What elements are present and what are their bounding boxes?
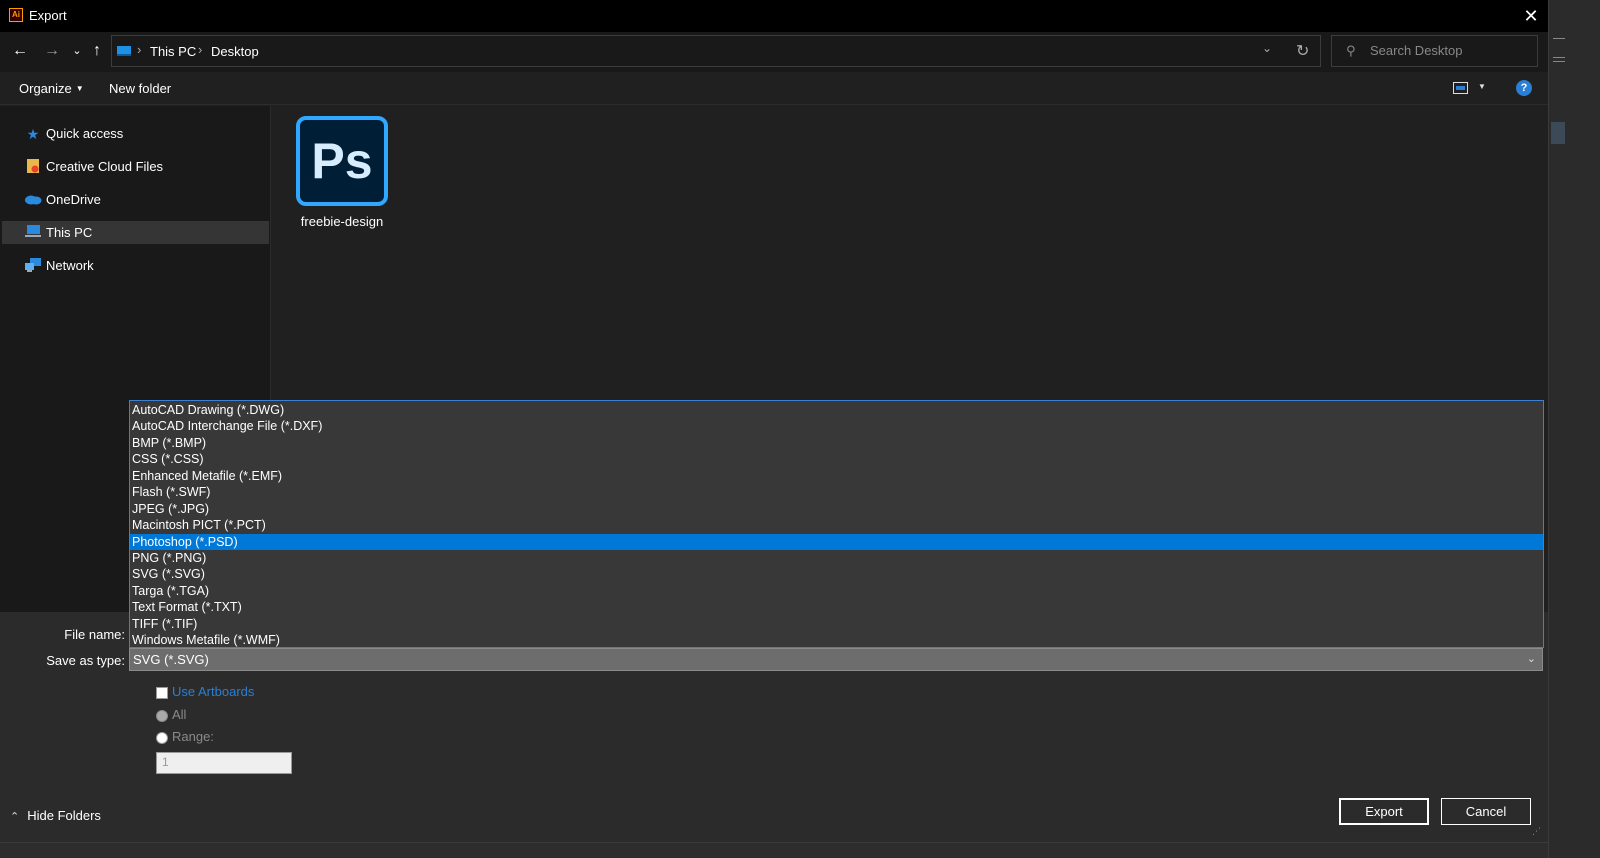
chevron-up-icon: ⌃ [10, 811, 20, 823]
address-dropdown-chevron-icon[interactable]: ⌄ [1262, 41, 1272, 55]
cc-folder-icon [24, 158, 42, 176]
breadcrumb-desktop[interactable]: Desktop [211, 44, 259, 59]
close-icon[interactable]: ✕ [1518, 4, 1544, 28]
command-toolbar: Organize ▼ New folder ▼ ? [0, 72, 1548, 105]
dropdown-option[interactable]: Windows Metafile (*.WMF) [130, 632, 1543, 648]
file-name-label: freebie-design [300, 214, 384, 229]
recent-locations-chevron-icon[interactable]: ⌄ [66, 40, 88, 62]
address-bar[interactable]: › This PC › Desktop ⌄ ↻ [111, 35, 1321, 67]
panel-block [1551, 122, 1565, 144]
dropdown-option[interactable]: SVG (*.SVG) [130, 566, 1543, 582]
save-as-type-label: Save as type: [46, 653, 125, 668]
save-as-type-dropdown-list: AutoCAD Drawing (*.DWG) AutoCAD Intercha… [129, 400, 1544, 648]
search-icon: ⚲ [1346, 43, 1356, 58]
dropdown-option[interactable]: TIFF (*.TIF) [130, 616, 1543, 632]
sidebar-item-network[interactable]: Network [2, 254, 269, 277]
dropdown-option[interactable]: BMP (*.BMP) [130, 435, 1543, 451]
file-item[interactable]: Ps freebie-design [296, 116, 388, 236]
this-pc-icon [117, 46, 131, 56]
illustrator-app-icon: Ai [9, 8, 23, 22]
computer-icon [24, 224, 42, 242]
dropdown-option[interactable]: Text Format (*.TXT) [130, 599, 1543, 615]
sidebar-item-label: Quick access [46, 126, 124, 141]
photoshop-icon-text: Ps [311, 133, 373, 189]
star-icon: ★ [26, 126, 40, 142]
save-as-type-value: SVG (*.SVG) [133, 652, 209, 667]
hide-folders-label: Hide Folders [27, 808, 101, 823]
range-radio[interactable] [156, 732, 168, 744]
sidebar-item-label: This PC [46, 225, 93, 240]
view-options-caret-icon[interactable]: ▼ [1478, 82, 1486, 91]
dropdown-option-highlighted[interactable]: Photoshop (*.PSD) [130, 534, 1543, 550]
dropdown-option[interactable]: Macintosh PICT (*.PCT) [130, 517, 1543, 533]
sidebar-item-quick-access[interactable]: ★ Quick access [2, 122, 269, 145]
hide-folders-button[interactable]: ⌃ Hide Folders [10, 808, 101, 823]
sidebar-item-creative-cloud-files[interactable]: Creative Cloud Files [2, 155, 269, 178]
refresh-icon[interactable]: ↻ [1296, 41, 1309, 61]
dropdown-option[interactable]: PNG (*.PNG) [130, 550, 1543, 566]
all-radio[interactable] [156, 710, 168, 722]
export-dialog: Ai Export ✕ ← → ⌄ ↑ › This PC › Desktop … [0, 0, 1548, 842]
chevron-down-icon: ⌄ [1526, 653, 1536, 665]
dropdown-option[interactable]: JPEG (*.JPG) [130, 501, 1543, 517]
organize-caret-icon: ▼ [75, 84, 84, 93]
forward-arrow-icon[interactable]: → [41, 40, 63, 62]
panel-divider [1553, 38, 1565, 39]
panel-divider [1553, 61, 1565, 62]
breadcrumb-separator[interactable]: › [198, 42, 202, 57]
help-icon[interactable]: ? [1516, 80, 1532, 96]
window-title: Export [29, 8, 67, 23]
background-app-statusbar [0, 842, 1548, 858]
network-icon [24, 257, 42, 275]
change-view-icon[interactable] [1453, 82, 1468, 94]
dropdown-option[interactable]: AutoCAD Drawing (*.DWG) [130, 402, 1543, 418]
range-input[interactable]: 1 [156, 752, 292, 774]
sidebar-item-label: OneDrive [46, 192, 101, 207]
cloud-icon [24, 191, 42, 209]
sidebar-item-this-pc[interactable]: This PC [2, 221, 269, 244]
dropdown-option[interactable]: Flash (*.SWF) [130, 484, 1543, 500]
export-button[interactable]: Export [1339, 798, 1429, 825]
search-input[interactable] [1370, 43, 1530, 58]
save-as-type-select[interactable]: SVG (*.SVG) ⌄ [129, 648, 1543, 671]
all-label: All [172, 707, 187, 722]
dropdown-option[interactable]: CSS (*.CSS) [130, 451, 1543, 467]
up-arrow-icon[interactable]: ↑ [86, 40, 108, 62]
range-label: Range: [172, 729, 214, 744]
breadcrumb-separator[interactable]: › [137, 42, 141, 57]
organize-button[interactable]: Organize ▼ [19, 81, 84, 96]
back-arrow-icon[interactable]: ← [9, 40, 31, 62]
dropdown-option[interactable]: Enhanced Metafile (*.EMF) [130, 468, 1543, 484]
breadcrumb-this-pc[interactable]: This PC [150, 44, 196, 59]
new-folder-button[interactable]: New folder [109, 81, 171, 96]
navigation-bar: ← → ⌄ ↑ › This PC › Desktop ⌄ ↻ ⚲ [0, 32, 1548, 72]
sidebar-item-onedrive[interactable]: OneDrive [2, 188, 269, 211]
dropdown-option[interactable]: Targa (*.TGA) [130, 583, 1543, 599]
panel-divider [1553, 57, 1565, 58]
dropdown-option[interactable]: AutoCAD Interchange File (*.DXF) [130, 418, 1543, 434]
resize-grip-icon[interactable]: ⋰ [1532, 826, 1541, 837]
sidebar-item-label: Network [46, 258, 94, 273]
photoshop-icon: Ps [296, 116, 388, 206]
file-name-label: File name: [64, 627, 125, 642]
use-artboards-label[interactable]: Use Artboards [172, 684, 254, 699]
sidebar-item-label: Creative Cloud Files [46, 159, 164, 174]
organize-label: Organize [19, 81, 72, 96]
background-app-panel [1548, 0, 1600, 858]
search-box[interactable]: ⚲ [1331, 35, 1538, 67]
use-artboards-checkbox[interactable] [156, 687, 168, 699]
title-bar: Ai Export ✕ [0, 0, 1548, 32]
cancel-button[interactable]: Cancel [1441, 798, 1531, 825]
